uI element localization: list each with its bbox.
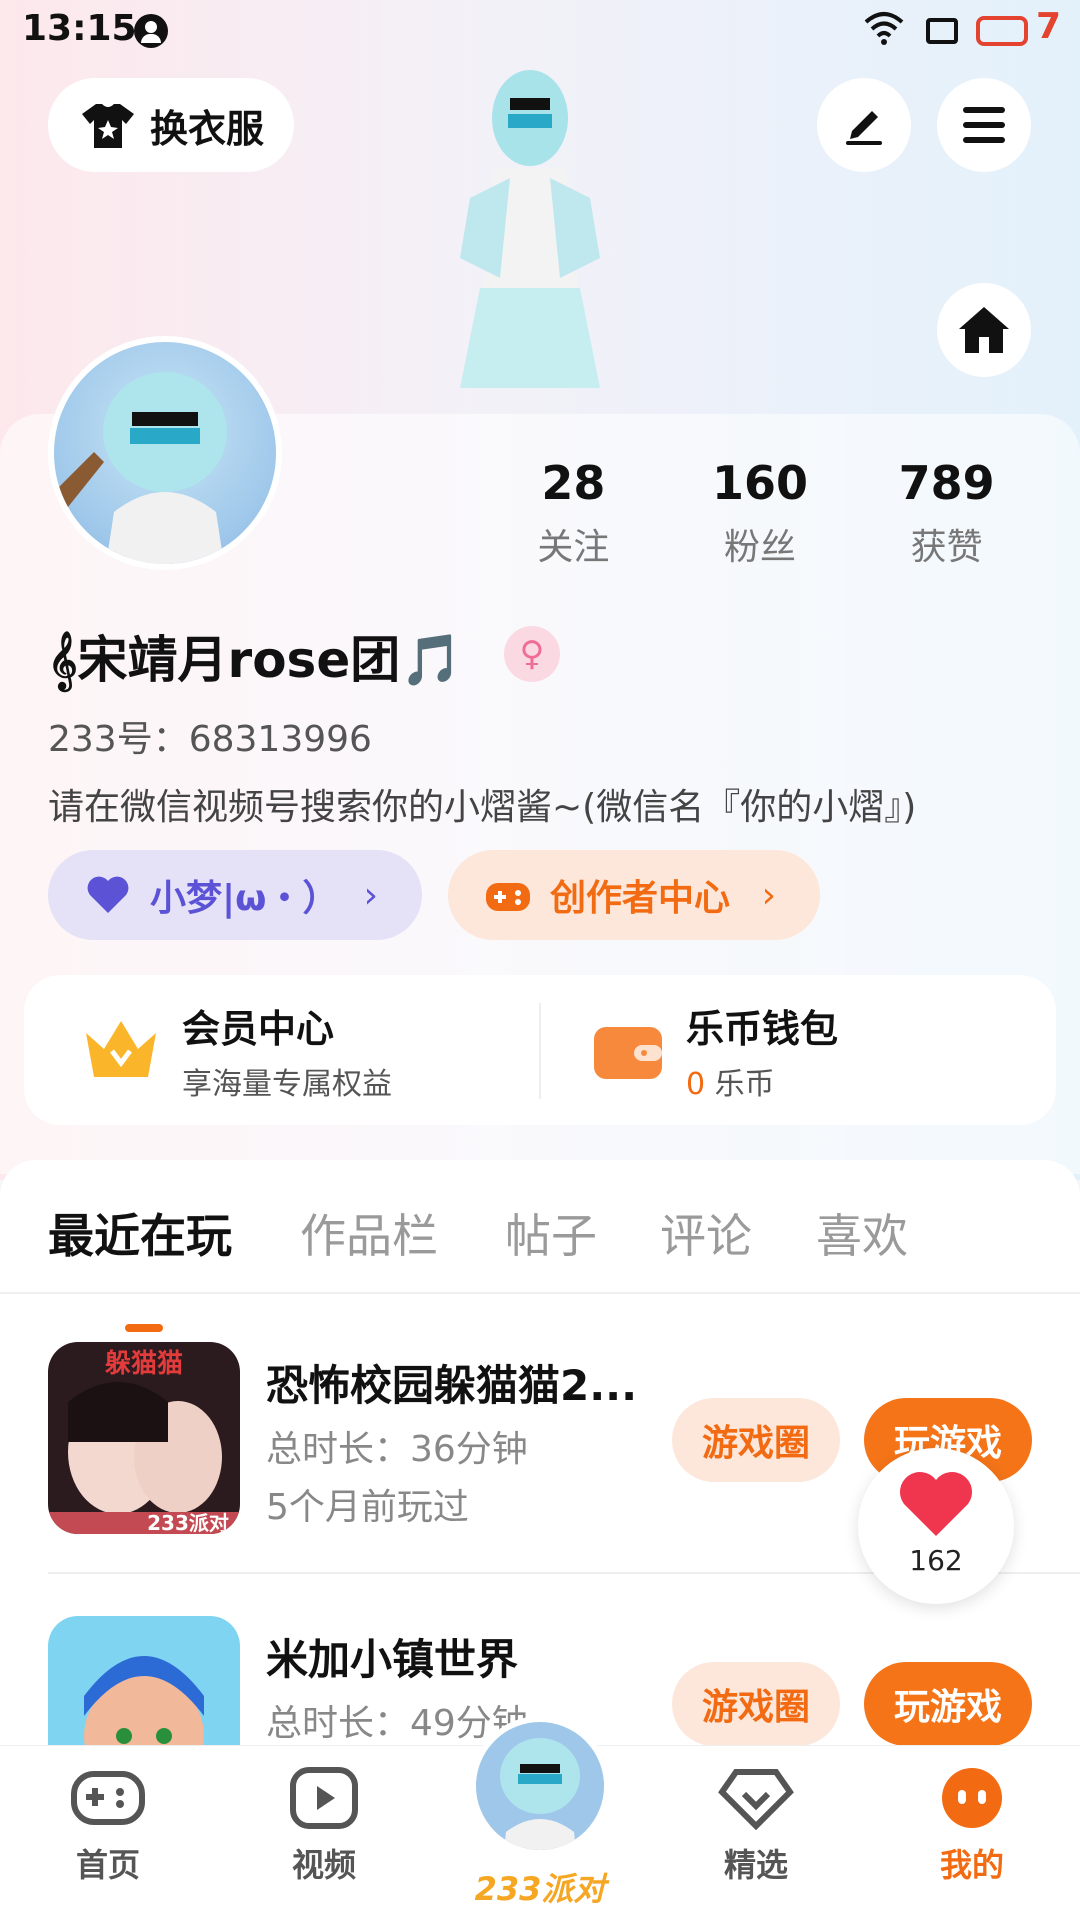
change-outfit-button[interactable]: 换衣服: [48, 78, 294, 172]
home-icon: [959, 307, 1009, 353]
tab-likes[interactable]: 喜欢: [816, 1200, 908, 1266]
tab-posts[interactable]: 帖子: [505, 1200, 597, 1266]
change-outfit-label: 换衣服: [150, 106, 265, 151]
heart-icon: [87, 876, 129, 913]
wallet-title: 乐币钱包: [686, 1006, 839, 1051]
nav-video[interactable]: 视频: [254, 1766, 394, 1886]
tshirt-icon: [82, 104, 134, 148]
nav-mine[interactable]: 我的: [902, 1766, 1042, 1886]
stat-following-value: 28: [541, 456, 606, 510]
game-last-played: 5个月前玩过: [266, 1487, 469, 1528]
bio-text: 请在微信视频号搜索你的小熠酱~(微信名『你的小熠』): [48, 787, 917, 828]
tab-comments[interactable]: 评论: [660, 1200, 752, 1266]
nav-home-label: 首页: [75, 1846, 140, 1884]
game-circle-button[interactable]: 游戏圈: [672, 1398, 840, 1482]
battery-icon: [976, 16, 1028, 46]
vip-wallet-card: 会员中心 享海量专属权益 乐币钱包 0 乐币: [24, 975, 1056, 1125]
like-float-button[interactable]: 162: [858, 1448, 1014, 1604]
stat-likes-label: 获赞: [910, 527, 983, 568]
chevron-right-icon: ›: [761, 874, 776, 916]
creator-center-label: 创作者中心: [550, 878, 731, 919]
tab-recently-played[interactable]: 最近在玩: [48, 1200, 232, 1266]
play-game-button[interactable]: 玩游戏: [864, 1662, 1032, 1746]
member-center-title: 会员中心: [182, 1006, 335, 1051]
wallet-unit: 乐币: [705, 1066, 775, 1102]
heart-icon: [900, 1472, 972, 1536]
like-count: 162: [909, 1544, 963, 1577]
battery-level: 7: [1036, 6, 1062, 47]
nickname: 𝄞宋靖月rose团🎵: [48, 631, 463, 689]
sim-icon: [926, 18, 958, 44]
menu-button[interactable]: [937, 78, 1031, 172]
user-icon: [134, 14, 168, 48]
nav-party-label[interactable]: 233派对: [470, 1864, 610, 1910]
game-icon-text: 躲猫猫: [105, 1349, 183, 1379]
heart-diamond-icon: [718, 1769, 794, 1831]
dream-pill-button[interactable]: 小梦|ω・） ›: [48, 850, 422, 940]
stat-fans-value: 160: [711, 456, 809, 510]
home-button[interactable]: [937, 283, 1031, 377]
profile-stats: 28 关注 160 粉丝 789 获赞: [480, 456, 1040, 570]
game-circle-button[interactable]: 游戏圈: [672, 1662, 840, 1746]
avatar-portrait: [54, 372, 227, 564]
status-bar: 13:15 7: [0, 0, 1080, 62]
crown-icon: [86, 1021, 156, 1077]
character-avatar-figure: [460, 70, 600, 388]
nav-home[interactable]: 首页: [38, 1766, 178, 1886]
creator-center-button[interactable]: 创作者中心 ›: [448, 850, 820, 940]
game-title: 恐怖校园躲猫猫2...: [266, 1361, 638, 1410]
avatar: [500, 1738, 580, 1850]
nav-mine-label: 我的: [939, 1846, 1004, 1884]
stat-likes[interactable]: 789 获赞: [853, 456, 1040, 570]
member-center-entry[interactable]: 会员中心 享海量专属权益: [80, 975, 392, 1125]
bottom-navigation: 首页 视频 233派对 精选 我的: [0, 1716, 1080, 1920]
wallet-icon: [594, 1027, 662, 1079]
game-icon: 躲猫猫 233派对: [48, 1342, 240, 1534]
nav-party-avatar[interactable]: [470, 1716, 610, 1856]
wallet-balance: 0 乐币: [686, 1059, 838, 1103]
tabs-divider: [0, 1292, 1080, 1294]
tab-works[interactable]: 作品栏: [300, 1200, 438, 1266]
gamepad-icon: [71, 1771, 145, 1825]
stat-likes-value: 789: [898, 456, 995, 510]
nav-featured[interactable]: 精选: [686, 1766, 826, 1886]
vip-divider: [539, 1003, 541, 1099]
edit-icon: [846, 111, 882, 145]
gamepad-icon: [486, 883, 530, 911]
game-icon-badge: 233派对: [147, 1511, 229, 1534]
video-icon: [290, 1767, 358, 1829]
dream-pill-label: 小梦|ω・）: [150, 878, 339, 919]
tab-indicator: [125, 1324, 163, 1332]
nav-featured-label: 精选: [723, 1846, 788, 1884]
gender-badge: ♀: [504, 626, 560, 682]
user-id: 233号：68313996: [48, 719, 372, 760]
wallet-amount: 0: [686, 1066, 706, 1102]
edit-profile-button[interactable]: [817, 78, 911, 172]
wallet-entry[interactable]: 乐币钱包 0 乐币: [590, 975, 838, 1125]
profile-tabs: 最近在玩 作品栏 帖子 评论 喜欢: [0, 1200, 1080, 1332]
wifi-icon: [864, 12, 904, 45]
menu-icon: [963, 107, 1005, 143]
member-center-subtitle: 享海量专属权益: [182, 1066, 392, 1102]
status-time: 13:15: [22, 8, 137, 49]
nav-video-label: 视频: [291, 1846, 356, 1884]
stat-fans-label: 粉丝: [724, 527, 797, 568]
avatar[interactable]: [48, 336, 282, 570]
stat-fans[interactable]: 160 粉丝: [667, 456, 854, 570]
stat-following[interactable]: 28 关注: [480, 456, 667, 570]
chevron-right-icon: ›: [363, 874, 378, 916]
face-icon: [942, 1768, 1002, 1828]
game-duration: 总时长：36分钟: [266, 1429, 528, 1470]
game-title: 米加小镇世界: [266, 1635, 519, 1684]
stat-following-label: 关注: [537, 527, 610, 568]
